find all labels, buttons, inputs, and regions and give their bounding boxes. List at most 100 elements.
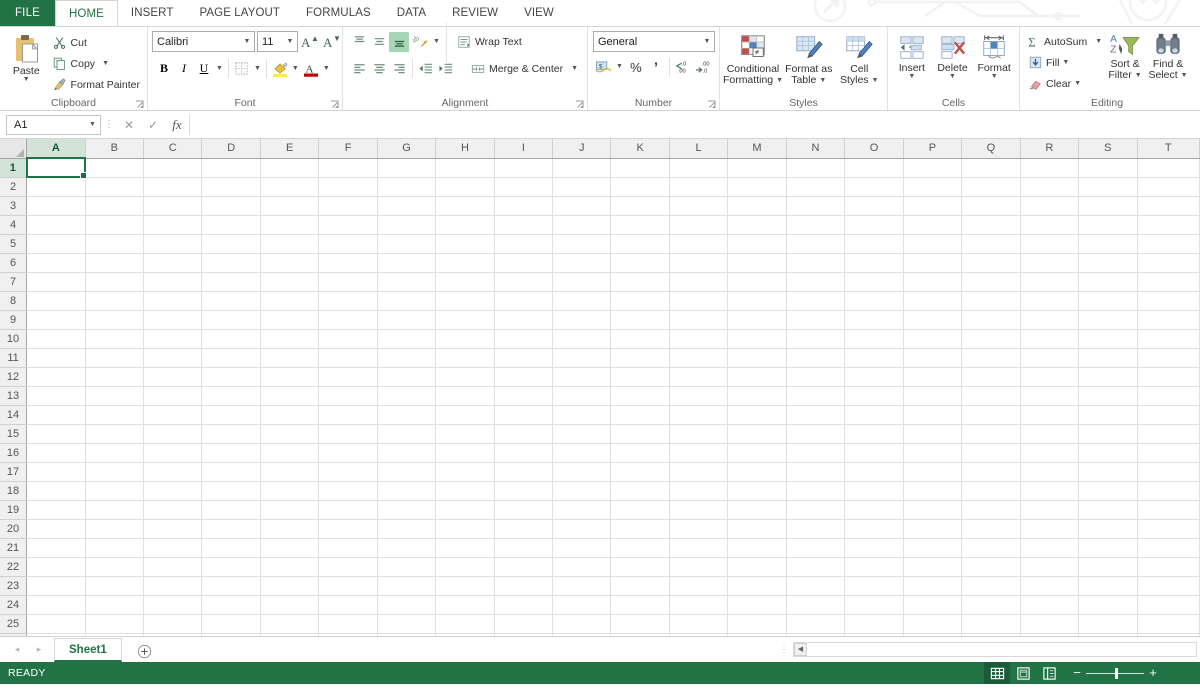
cell-A11[interactable] — [26, 348, 86, 368]
cell-R11[interactable] — [1020, 348, 1080, 368]
cell-N9[interactable] — [786, 310, 846, 330]
insert-cells-button[interactable]: Insert ▼ — [892, 32, 932, 80]
cell-M20[interactable] — [727, 519, 787, 539]
cell-R13[interactable] — [1020, 386, 1080, 406]
clear-caret-icon[interactable]: ▼ — [1074, 80, 1081, 87]
cell-L18[interactable] — [669, 481, 729, 501]
cell-R14[interactable] — [1020, 405, 1080, 425]
cell-A7[interactable] — [26, 272, 86, 292]
cell-Q4[interactable] — [961, 215, 1021, 235]
page-layout-view-button[interactable] — [1010, 662, 1036, 684]
cell-N19[interactable] — [786, 500, 846, 520]
cell-B16[interactable] — [85, 443, 144, 463]
zoom-slider-thumb[interactable] — [1115, 667, 1118, 679]
cell-H21[interactable] — [435, 538, 495, 558]
cell-A13[interactable] — [26, 386, 86, 406]
cell-L21[interactable] — [669, 538, 729, 558]
cell-F25[interactable] — [318, 614, 378, 634]
cell-S20[interactable] — [1078, 519, 1138, 539]
cell-R9[interactable] — [1020, 310, 1080, 330]
cell-N20[interactable] — [786, 519, 846, 539]
cell-P8[interactable] — [903, 291, 963, 311]
cell-K24[interactable] — [610, 595, 670, 615]
cell-A6[interactable] — [26, 253, 86, 273]
cell-A1[interactable] — [25, 157, 89, 180]
cell-I25[interactable] — [494, 614, 554, 634]
cell-B24[interactable] — [85, 595, 144, 615]
autosum-caret-icon[interactable]: ▼ — [1095, 38, 1102, 45]
cell-N10[interactable] — [786, 329, 846, 349]
delete-cells-caret-icon[interactable]: ▼ — [949, 73, 956, 80]
cell-A12[interactable] — [26, 367, 86, 387]
cell-M7[interactable] — [727, 272, 787, 292]
cell-T23[interactable] — [1137, 576, 1200, 596]
cell-A22[interactable] — [26, 557, 86, 577]
cell-J25[interactable] — [552, 614, 612, 634]
column-header-L[interactable]: L — [669, 139, 729, 159]
cell-G6[interactable] — [377, 253, 437, 273]
cell-T1[interactable] — [1137, 158, 1200, 178]
cell-S12[interactable] — [1078, 367, 1138, 387]
cell-P25[interactable] — [903, 614, 963, 634]
paste-button[interactable]: Paste ▼ — [4, 30, 49, 83]
cell-A2[interactable] — [26, 177, 86, 197]
cell-Q6[interactable] — [961, 253, 1021, 273]
cell-B6[interactable] — [85, 253, 144, 273]
cell-O19[interactable] — [844, 500, 904, 520]
cell-K2[interactable] — [610, 177, 670, 197]
cell-L15[interactable] — [669, 424, 729, 444]
cell-I17[interactable] — [494, 462, 554, 482]
cell-Q5[interactable] — [961, 234, 1021, 254]
autosum-button[interactable]: Σ AutoSum ▼ — [1024, 31, 1104, 52]
clipboard-dialog-launcher-icon[interactable] — [135, 100, 144, 109]
cell-J3[interactable] — [552, 196, 612, 216]
cell-M14[interactable] — [727, 405, 787, 425]
cell-N15[interactable] — [786, 424, 846, 444]
cell-K4[interactable] — [610, 215, 670, 235]
cell-Q18[interactable] — [961, 481, 1021, 501]
row-header-5[interactable]: 5 — [0, 234, 28, 254]
cell-G4[interactable] — [377, 215, 437, 235]
cell-P17[interactable] — [903, 462, 963, 482]
cell-L20[interactable] — [669, 519, 729, 539]
cell-F2[interactable] — [318, 177, 378, 197]
cell-G20[interactable] — [377, 519, 437, 539]
cell-Q8[interactable] — [961, 291, 1021, 311]
cell-J10[interactable] — [552, 329, 612, 349]
cell-R6[interactable] — [1020, 253, 1080, 273]
cell-S17[interactable] — [1078, 462, 1138, 482]
cell-B25[interactable] — [85, 614, 144, 634]
cell-O24[interactable] — [844, 595, 904, 615]
underline-caret-icon[interactable]: ▼ — [216, 65, 223, 72]
cell-A18[interactable] — [26, 481, 86, 501]
cell-C9[interactable] — [143, 310, 203, 330]
cell-K17[interactable] — [610, 462, 670, 482]
cell-O26[interactable] — [844, 633, 904, 636]
previous-sheet-button[interactable]: ◂ — [6, 638, 28, 660]
cell-B20[interactable] — [85, 519, 144, 539]
cell-Q16[interactable] — [961, 443, 1021, 463]
column-header-B[interactable]: B — [85, 139, 144, 159]
cell-R23[interactable] — [1020, 576, 1080, 596]
cell-B10[interactable] — [85, 329, 144, 349]
column-header-D[interactable]: D — [201, 139, 261, 159]
cell-S14[interactable] — [1078, 405, 1138, 425]
increase-indent-button[interactable] — [436, 59, 456, 79]
cell-F10[interactable] — [318, 329, 378, 349]
row-header-10[interactable]: 10 — [0, 329, 28, 349]
cell-S11[interactable] — [1078, 348, 1138, 368]
cell-P20[interactable] — [903, 519, 963, 539]
cell-N25[interactable] — [786, 614, 846, 634]
cell-F16[interactable] — [318, 443, 378, 463]
cell-I16[interactable] — [494, 443, 554, 463]
cell-E20[interactable] — [260, 519, 320, 539]
column-header-Q[interactable]: Q — [961, 139, 1021, 159]
accounting-format-button[interactable]: $ — [593, 57, 613, 77]
enter-formula-button[interactable]: ✓ — [141, 115, 165, 135]
cell-H3[interactable] — [435, 196, 495, 216]
row-header-21[interactable]: 21 — [0, 538, 28, 558]
font-name-dropdown-icon[interactable]: ▼ — [240, 32, 254, 51]
fill-caret-icon[interactable]: ▼ — [1062, 59, 1069, 66]
cell-T22[interactable] — [1137, 557, 1200, 577]
cell-S19[interactable] — [1078, 500, 1138, 520]
